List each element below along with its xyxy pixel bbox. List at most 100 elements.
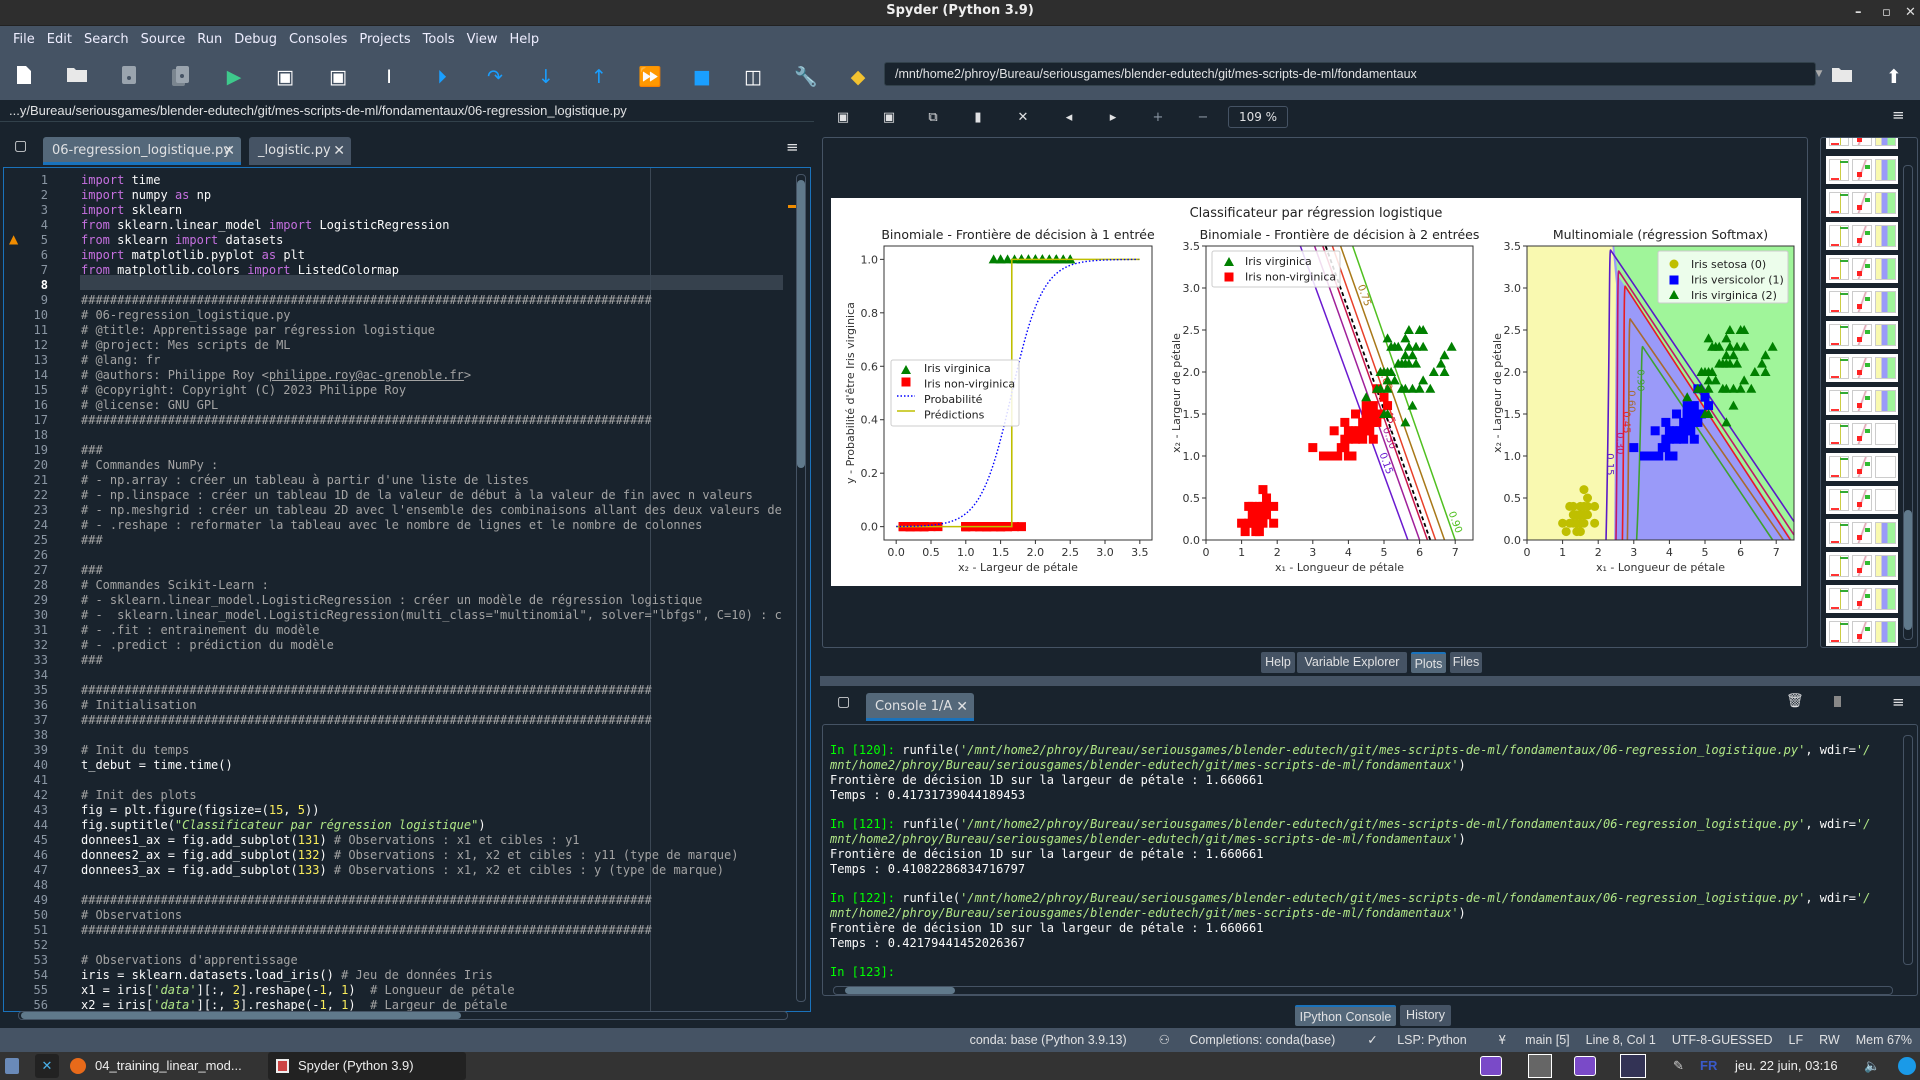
run-cell-advance-icon[interactable]: ▣ [326, 65, 350, 89]
debug-icon[interactable]: ⏵ [430, 65, 454, 89]
maximize-pane-icon[interactable]: ◫ [741, 65, 765, 89]
tab-variable-explorer[interactable]: Variable Explorer [1297, 652, 1407, 673]
plot-thumbnail[interactable] [1826, 552, 1898, 580]
menu-run[interactable]: Run [197, 32, 222, 47]
tab-ipython-console[interactable]: IPython Console [1295, 1005, 1396, 1026]
status-git[interactable]: Ұ main [5] [1483, 1028, 1570, 1052]
maximize-icon[interactable]: ▫ [1882, 2, 1891, 24]
plot-thumbnail[interactable] [1826, 618, 1898, 646]
plot-thumbnail[interactable] [1826, 222, 1898, 250]
browse-tabs-icon[interactable]: ▢ [14, 138, 27, 154]
zoom-out-icon[interactable]: − [1193, 110, 1213, 125]
plot-thumbnail[interactable] [1826, 387, 1898, 415]
run-cell-icon[interactable]: ▣ [273, 65, 297, 89]
status-env[interactable]: conda: base (Python 3.9.13) [970, 1028, 1127, 1052]
save-plot-icon[interactable]: ▣ [833, 110, 853, 125]
menu-debug[interactable]: Debug [234, 32, 277, 47]
plot-thumbnail[interactable] [1826, 585, 1898, 613]
menu-source[interactable]: Source [141, 32, 186, 47]
console-horizontal-scrollbar[interactable] [833, 986, 1893, 995]
save-all-plots-icon[interactable]: ▣ [879, 110, 899, 125]
menu-consoles[interactable]: Consoles [289, 32, 347, 47]
plot-thumbnail[interactable] [1826, 519, 1898, 547]
tab-06-regression-logistique[interactable]: 06-regression_logistique.py ✕ [43, 137, 241, 165]
copy-plot-icon[interactable]: ⧉ [923, 110, 943, 125]
zoom-level-field[interactable]: 109 % [1228, 106, 1288, 128]
console-vertical-scrollbar[interactable] [1903, 735, 1913, 965]
run-icon[interactable]: ▶ [222, 65, 246, 89]
firefox-icon[interactable] [70, 1058, 86, 1074]
console-options-menu-icon[interactable]: ≡ [1892, 693, 1905, 711]
minimize-icon[interactable]: – [1855, 2, 1862, 24]
plot-thumbnail[interactable] [1826, 156, 1898, 184]
files-window-icon[interactable] [1620, 1054, 1646, 1078]
network-icon[interactable]: ✎ [1673, 1052, 1684, 1080]
tab-console-1a[interactable]: Console 1/A ✕ [866, 693, 974, 721]
working-directory-input[interactable]: /mnt/home2/phroy/Bureau/seriousgames/ble… [884, 62, 1816, 86]
emacs-icon[interactable] [1480, 1056, 1502, 1076]
menu-search[interactable]: Search [84, 32, 129, 47]
preferences-icon[interactable]: 🔧 [794, 65, 818, 89]
code-editor[interactable]: 1 2 3 4 5 6 7 8 9 10 11 12 13 14 15 16 17 18 19 20 21 22 23 24 2… [3, 167, 811, 1012]
tab-plots[interactable]: Plots [1411, 652, 1446, 673]
plot-thumbnail[interactable] [1826, 255, 1898, 283]
spyder-window-icon[interactable] [1528, 1054, 1552, 1078]
pane-splitter[interactable] [820, 676, 1920, 686]
browse-directory-icon[interactable] [1830, 65, 1854, 89]
browse-consoles-icon[interactable]: ▢ [837, 694, 850, 710]
plot-thumbnail[interactable] [1826, 420, 1898, 448]
menu-help[interactable]: Help [510, 32, 540, 47]
clock[interactable]: jeu. 22 juin, 03:16 [1735, 1052, 1838, 1080]
status-completions[interactable]: ⚇ Completions: conda(base) [1143, 1028, 1336, 1052]
status-lsp[interactable]: ✓ LSP: Python [1351, 1028, 1466, 1052]
taskbar-app-spyder[interactable]: Spyder (Python 3.9) [268, 1052, 466, 1080]
python-path-icon[interactable]: ◆ [846, 65, 870, 89]
keyboard-layout[interactable]: FR [1700, 1052, 1717, 1080]
plot-thumbnail[interactable] [1826, 288, 1898, 316]
menu-view[interactable]: View [467, 32, 498, 47]
tab-logistic[interactable]: _logistic.py ✕ [249, 137, 351, 165]
warning-icon[interactable]: ▲ [9, 232, 18, 246]
tab-help[interactable]: Help [1261, 652, 1295, 673]
previous-plot-icon[interactable]: ◂ [1059, 110, 1079, 125]
volume-icon[interactable]: 🔈 [1864, 1052, 1880, 1080]
menu-file[interactable]: File [13, 32, 35, 47]
run-selection-icon[interactable]: I [377, 65, 401, 89]
plot-thumbnail[interactable] [1826, 486, 1898, 514]
remove-all-plots-icon[interactable]: ✕ [1013, 110, 1033, 125]
close-icon[interactable]: ✕ [1905, 2, 1916, 24]
plot-thumbnail[interactable] [1826, 138, 1898, 149]
stop-debug-icon[interactable]: ■ [690, 65, 714, 89]
save-file-icon[interactable] [117, 65, 141, 89]
tab-history[interactable]: History [1400, 1005, 1451, 1026]
interrupt-kernel-icon[interactable] [1834, 696, 1841, 707]
ipython-console[interactable]: In [120]: runfile('/mnt/home2/phroy/Bure… [822, 724, 1918, 996]
plot-thumbnail[interactable] [1826, 321, 1898, 349]
step-return-icon[interactable]: ↑ [587, 65, 611, 89]
file-manager-icon[interactable] [5, 1058, 19, 1074]
next-plot-icon[interactable]: ▸ [1103, 110, 1123, 125]
bluetooth-icon[interactable] [1898, 1057, 1916, 1075]
menu-tools[interactable]: Tools [423, 32, 455, 47]
save-all-icon[interactable] [169, 65, 193, 89]
menu-edit[interactable]: Edit [47, 32, 72, 47]
open-file-icon[interactable] [65, 65, 89, 89]
close-tab-icon[interactable]: ✕ [223, 137, 235, 165]
close-tab-icon[interactable]: ✕ [333, 137, 345, 165]
emacs-icon[interactable] [1574, 1056, 1596, 1076]
step-into-icon[interactable]: ↓ [534, 65, 558, 89]
editor-options-menu-icon[interactable]: ≡ [786, 138, 799, 156]
editor-horizontal-scroll-thumb[interactable] [21, 1012, 461, 1019]
menu-projects[interactable]: Projects [359, 32, 410, 47]
thumbnails-scroll-thumb[interactable] [1904, 510, 1912, 630]
new-file-icon[interactable] [12, 65, 36, 89]
zoom-in-icon[interactable]: + [1148, 110, 1168, 125]
plot-thumbnail[interactable] [1826, 189, 1898, 217]
plot-thumbnail[interactable] [1826, 453, 1898, 481]
show-desktop-icon[interactable]: ✕ [35, 1054, 59, 1078]
plot-thumbnail[interactable] [1826, 354, 1898, 382]
continue-icon[interactable]: ⏩ [638, 65, 662, 89]
editor-vertical-scroll-thumb[interactable] [797, 180, 805, 468]
taskbar-app-firefox[interactable]: 04_training_linear_mod... [95, 1052, 242, 1080]
remove-plot-icon[interactable]: ▮ [968, 110, 988, 125]
